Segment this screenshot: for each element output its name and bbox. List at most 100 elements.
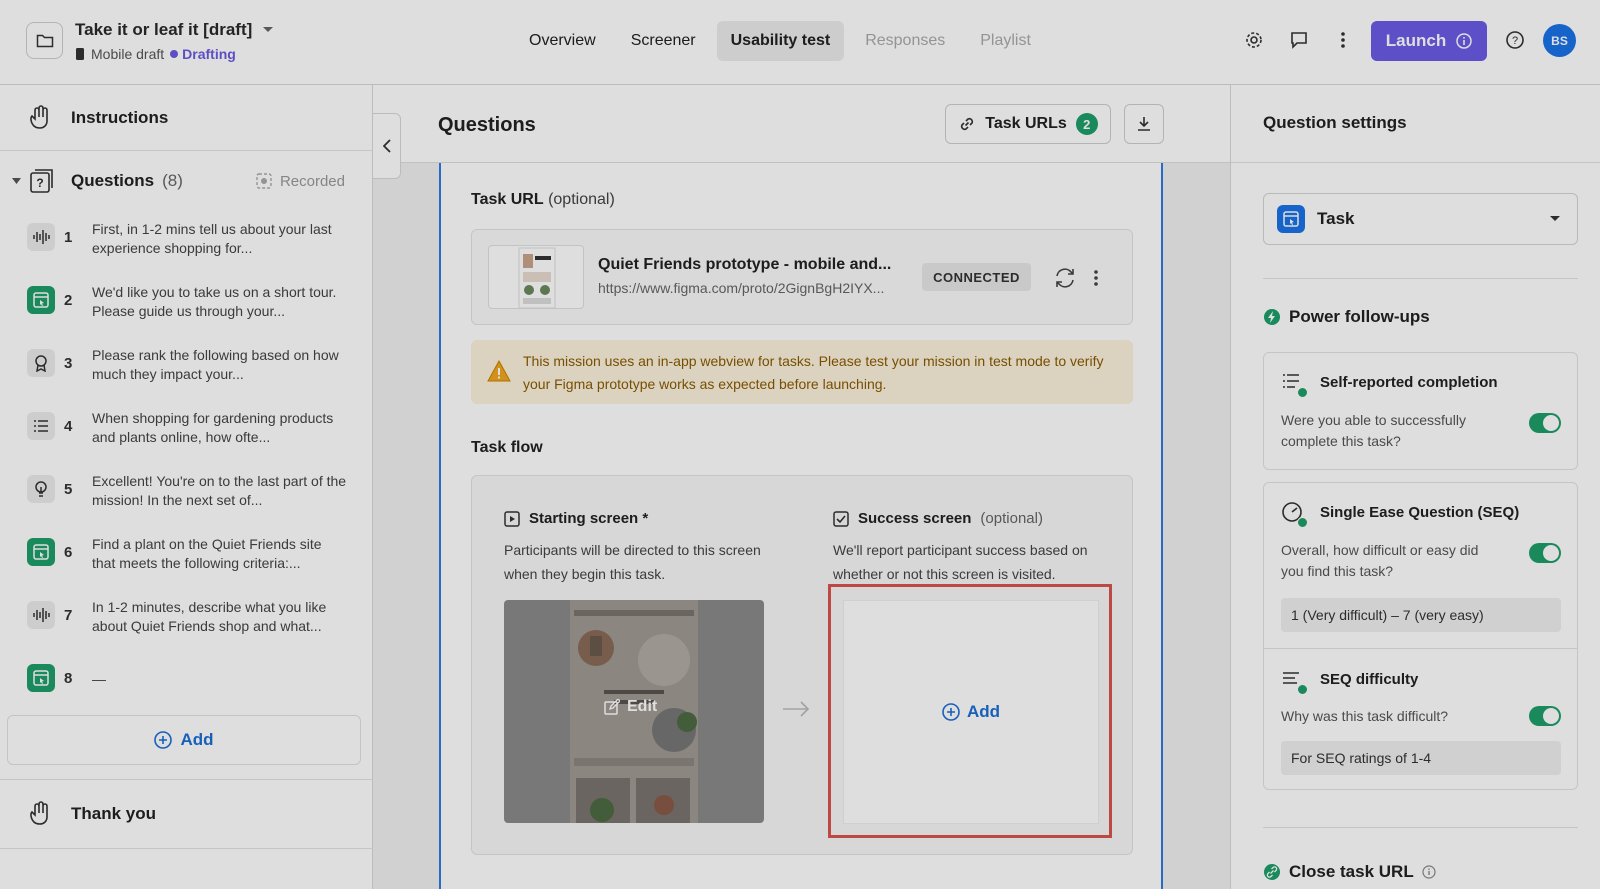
task-icon (27, 664, 55, 692)
play-screen-icon (504, 510, 520, 527)
lines-icon (1281, 668, 1308, 695)
folder-icon (36, 34, 53, 47)
list-item[interactable]: 8 — (0, 652, 373, 715)
success-screen-desc: We'll report participant success based o… (833, 542, 1088, 582)
list-item[interactable]: 3 Please rank the following based on how… (0, 337, 373, 400)
question-number: 8 (64, 670, 73, 687)
followup-title: Self-reported completion (1320, 374, 1498, 391)
starting-screen-heading: Starting screen * (504, 510, 648, 527)
divider (1264, 648, 1577, 649)
avatar[interactable]: BS (1543, 24, 1576, 57)
question-text: We'd like you to take us on a short tour… (92, 284, 337, 319)
gear-icon[interactable] (1242, 28, 1266, 52)
audio-icon (27, 601, 55, 629)
list-icon (27, 412, 55, 440)
gauge-icon (1281, 501, 1308, 528)
tab-playlist[interactable]: Playlist (966, 21, 1045, 61)
main-nav: Overview Screener Usability test Respons… (515, 21, 1052, 61)
comment-icon[interactable] (1287, 28, 1311, 52)
seq-scale-field[interactable]: 1 (Very difficult) – 7 (very easy) (1281, 598, 1561, 632)
task-url-optional: (optional) (548, 191, 615, 208)
info-icon (1456, 33, 1472, 49)
edit-button[interactable]: Edit (604, 698, 657, 716)
question-number: 6 (64, 544, 73, 561)
power-followups-label: Power follow-ups (1289, 307, 1430, 326)
plus-circle-icon (154, 731, 173, 749)
starting-screen-preview[interactable]: Edit (504, 600, 764, 823)
instructions-item[interactable]: Instructions (0, 85, 373, 151)
phone-icon (76, 48, 84, 60)
question-text: Excellent! You're on to the last part of… (92, 473, 347, 508)
task-flow-box: Starting screen * Participants will be d… (471, 475, 1133, 855)
followup-desc: Were you able to successfully complete t… (1281, 412, 1466, 449)
list-item[interactable]: 5 Excellent! You're on to the last part … (0, 463, 373, 526)
power-followups-heading: Power follow-ups (1263, 307, 1430, 327)
question-type-value: Task (1317, 209, 1355, 228)
launch-button[interactable]: Launch (1371, 21, 1487, 61)
self-reported-toggle[interactable] (1529, 413, 1561, 433)
more-vertical-icon[interactable] (1331, 28, 1355, 52)
record-icon (256, 173, 272, 189)
list-item[interactable]: 1 First, in 1-2 mins tell us about your … (0, 211, 373, 274)
question-number: 5 (64, 481, 73, 498)
divider (1231, 162, 1600, 163)
question-card: Task URL (optional) Quiet Friends protot… (439, 163, 1163, 889)
wave-hand-icon (30, 801, 48, 825)
tab-overview[interactable]: Overview (515, 21, 610, 61)
recorded-indicator: Recorded (256, 173, 345, 190)
question-type-select[interactable]: Task (1263, 193, 1578, 245)
check-square-icon (833, 510, 849, 527)
add-success-screen-button[interactable]: Add (843, 600, 1099, 824)
collapse-sidebar-button[interactable] (373, 113, 401, 179)
thank-you-item[interactable]: Thank you (0, 779, 373, 849)
arrow-right-icon (783, 701, 810, 717)
followup-title: Single Ease Question (SEQ) (1320, 504, 1520, 521)
tab-screener[interactable]: Screener (617, 21, 710, 61)
list-item[interactable]: 2 We'd like you to take us on a short to… (0, 274, 373, 337)
edit-icon (604, 699, 620, 715)
add-question-button[interactable]: Add (7, 715, 361, 765)
questions-label: Questions (71, 171, 155, 190)
task-icon (27, 538, 55, 566)
audio-icon (27, 223, 55, 251)
folder-button[interactable] (26, 22, 63, 59)
tab-responses[interactable]: Responses (851, 21, 959, 61)
tab-usability-test[interactable]: Usability test (716, 21, 845, 61)
connected-badge: CONNECTED (922, 263, 1031, 291)
link-icon (961, 117, 974, 131)
edit-label: Edit (627, 698, 658, 715)
prototype-thumbnail (488, 245, 584, 309)
task-icon (27, 286, 55, 314)
list-item[interactable]: 6 Find a plant on the Quiet Friends site… (0, 526, 373, 589)
seq-difficulty-toggle[interactable] (1529, 706, 1561, 726)
help-icon[interactable]: ? (1503, 28, 1527, 52)
refresh-icon[interactable] (1053, 266, 1077, 290)
seq-range-field[interactable]: For SEQ ratings of 1-4 (1281, 741, 1561, 775)
list-item[interactable]: 7 In 1-2 minutes, describe what you like… (0, 589, 373, 652)
question-text: In 1-2 minutes, describe what you like a… (92, 599, 327, 634)
question-list: 1 First, in 1-2 mins tell us about your … (0, 211, 373, 715)
prototype-url[interactable]: https://www.figma.com/proto/2GignBgH2IYX… (598, 280, 884, 296)
info-icon[interactable] (1422, 865, 1436, 879)
question-number: 2 (64, 292, 73, 309)
list-item[interactable]: 4 When shopping for gardening products a… (0, 400, 373, 463)
project-title[interactable]: Take it or leaf it [draft] (75, 20, 274, 40)
prototype-name[interactable]: Quiet Friends prototype - mobile and... (598, 256, 891, 274)
question-text: First, in 1-2 mins tell us about your la… (92, 221, 332, 256)
question-text: When shopping for gardening products and… (92, 410, 334, 445)
left-sidebar: Instructions ? Questions (8) Recorded 1 … (0, 85, 373, 889)
bulb-icon (27, 475, 55, 503)
success-screen-label: Success screen (858, 510, 972, 527)
question-text: Please rank the following based on how m… (92, 347, 339, 382)
questions-count: (8) (162, 171, 183, 190)
starting-screen-desc: Participants will be directed to this sc… (504, 542, 761, 582)
status-badge: Drafting (170, 46, 236, 62)
more-vertical-icon[interactable] (1093, 269, 1099, 287)
questions-header[interactable]: ? Questions (8) Recorded (0, 163, 373, 199)
download-button[interactable] (1124, 104, 1164, 144)
question-number: 3 (64, 355, 73, 372)
followup-title: SEQ difficulty (1320, 671, 1419, 688)
question-text: Find a plant on the Quiet Friends site t… (92, 536, 322, 571)
task-urls-button[interactable]: Task URLs 2 (945, 104, 1111, 144)
seq-toggle[interactable] (1529, 543, 1561, 563)
